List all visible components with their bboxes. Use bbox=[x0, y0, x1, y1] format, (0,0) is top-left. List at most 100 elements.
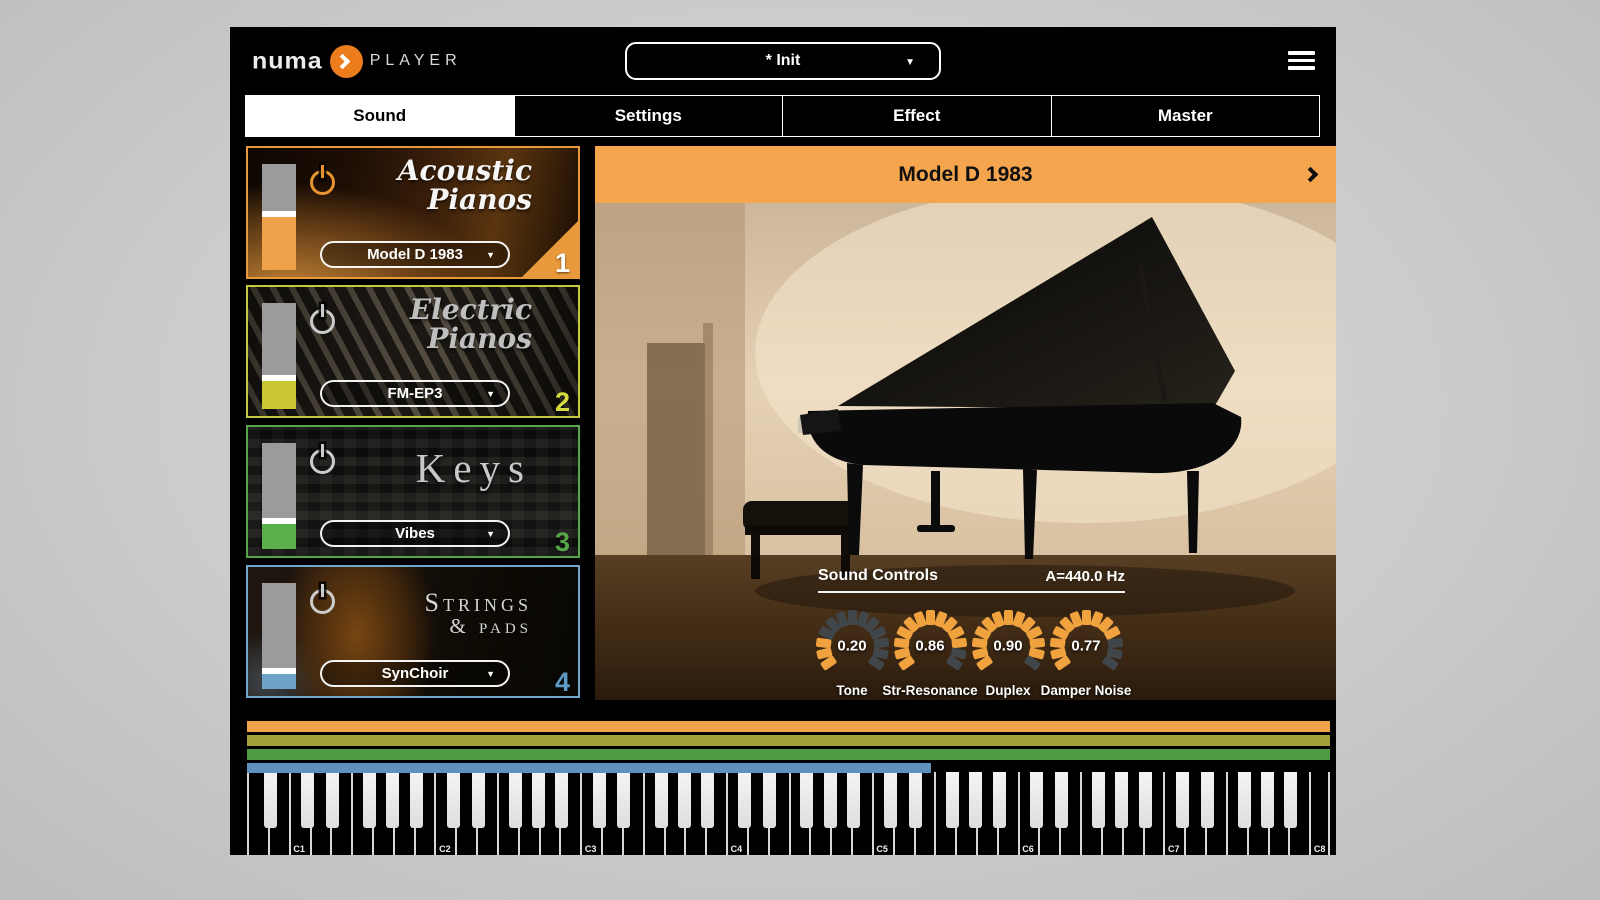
black-key[interactable] bbox=[1092, 772, 1105, 828]
slot-volume-fader[interactable] bbox=[262, 583, 296, 689]
knob-damper-noise[interactable]: 0.77Damper Noise bbox=[1047, 607, 1125, 685]
black-key[interactable] bbox=[824, 772, 837, 828]
knob-value: 0.90 bbox=[969, 638, 1047, 655]
power-icon[interactable] bbox=[310, 449, 335, 474]
global-preset-value: * Init bbox=[766, 52, 801, 70]
brand-player-text: PLAYER bbox=[370, 52, 462, 70]
hamburger-menu-icon[interactable] bbox=[1288, 51, 1315, 74]
black-key[interactable] bbox=[410, 772, 423, 828]
black-key[interactable] bbox=[1284, 772, 1297, 828]
black-key[interactable] bbox=[655, 772, 668, 828]
power-icon[interactable] bbox=[310, 170, 335, 195]
numa-player-window: numa PLAYER * Init ▼ SoundSettingsEffect… bbox=[230, 27, 1336, 855]
slot-number: 3 bbox=[555, 527, 570, 558]
tab-effect[interactable]: Effect bbox=[782, 96, 1051, 136]
sound-slot-1[interactable]: AcousticPianosModel D 1983▼1 bbox=[246, 146, 580, 279]
black-key[interactable] bbox=[1176, 772, 1189, 828]
black-key[interactable] bbox=[1139, 772, 1152, 828]
desktop: { "topbar": { "brand": { "name": "numa",… bbox=[0, 0, 1600, 900]
knob-value: 0.77 bbox=[1047, 638, 1125, 655]
black-key[interactable] bbox=[909, 772, 922, 828]
slot-preset-dropdown[interactable]: Vibes▼ bbox=[320, 520, 510, 547]
sound-controls-divider bbox=[818, 591, 1125, 593]
tab-sound[interactable]: Sound bbox=[246, 96, 514, 136]
knob-label: Duplex bbox=[985, 683, 1030, 698]
black-key[interactable] bbox=[847, 772, 860, 828]
black-key[interactable] bbox=[447, 772, 460, 828]
white-key-divider bbox=[351, 772, 353, 855]
slot-preset-value: SynChoir bbox=[382, 665, 449, 682]
slot-title: Keys bbox=[416, 447, 532, 490]
black-key[interactable] bbox=[555, 772, 568, 828]
white-key-divider bbox=[497, 772, 499, 855]
knob-str-resonance[interactable]: 0.86Str-Resonance bbox=[891, 607, 969, 685]
black-key[interactable] bbox=[738, 772, 751, 828]
chevron-right-icon[interactable] bbox=[1303, 167, 1319, 183]
white-key-divider bbox=[580, 772, 582, 855]
knob-duplex[interactable]: 0.90Duplex bbox=[969, 607, 1047, 685]
slot-title: Strings& pads bbox=[425, 589, 532, 638]
slot-volume-fader[interactable] bbox=[262, 303, 296, 409]
knob-label: Damper Noise bbox=[1041, 683, 1132, 698]
slot-preset-dropdown[interactable]: SynChoir▼ bbox=[320, 660, 510, 687]
knob-tone[interactable]: 0.20Tone bbox=[813, 607, 891, 685]
white-key-divider bbox=[872, 772, 874, 855]
slot-preset-value: FM-EP3 bbox=[387, 385, 442, 402]
black-key[interactable] bbox=[884, 772, 897, 828]
black-key[interactable] bbox=[1055, 772, 1068, 828]
global-preset-dropdown[interactable]: * Init ▼ bbox=[625, 42, 941, 80]
dropdown-caret-icon: ▼ bbox=[905, 57, 915, 68]
slot-corner-badge bbox=[520, 219, 580, 279]
octave-label-c3: C3 bbox=[585, 844, 597, 854]
black-key[interactable] bbox=[326, 772, 339, 828]
power-icon[interactable] bbox=[310, 589, 335, 614]
tab-master[interactable]: Master bbox=[1051, 96, 1320, 136]
black-key[interactable] bbox=[509, 772, 522, 828]
dropdown-caret-icon: ▼ bbox=[486, 250, 495, 260]
slot-preset-value: Vibes bbox=[395, 525, 435, 542]
part-1-range-strip bbox=[247, 721, 1330, 732]
black-key[interactable] bbox=[1201, 772, 1214, 828]
black-key[interactable] bbox=[386, 772, 399, 828]
tab-settings[interactable]: Settings bbox=[514, 96, 783, 136]
black-key[interactable] bbox=[800, 772, 813, 828]
black-key[interactable] bbox=[763, 772, 776, 828]
black-key[interactable] bbox=[1261, 772, 1274, 828]
black-key[interactable] bbox=[264, 772, 277, 828]
sound-slot-3[interactable]: Keys Vibes▼ 3 bbox=[246, 425, 580, 558]
black-key[interactable] bbox=[532, 772, 545, 828]
black-key[interactable] bbox=[678, 772, 691, 828]
black-key[interactable] bbox=[946, 772, 959, 828]
white-key-divider bbox=[1226, 772, 1228, 855]
sound-photo: Sound Controls A=440.0 Hz 0.20Tone0.86St… bbox=[595, 203, 1336, 700]
black-key[interactable] bbox=[472, 772, 485, 828]
black-key[interactable] bbox=[301, 772, 314, 828]
slot-number: 4 bbox=[555, 667, 570, 698]
black-key[interactable] bbox=[969, 772, 982, 828]
black-key[interactable] bbox=[993, 772, 1006, 828]
white-key-divider bbox=[1080, 772, 1082, 855]
slot-preset-dropdown[interactable]: FM-EP3▼ bbox=[320, 380, 510, 407]
black-key[interactable] bbox=[593, 772, 606, 828]
white-key-divider bbox=[1163, 772, 1165, 855]
octave-label-c7: C7 bbox=[1168, 844, 1180, 854]
black-key[interactable] bbox=[1238, 772, 1251, 828]
piano-keyboard[interactable]: C1C2C3C4C5C6C7C8 bbox=[247, 772, 1330, 855]
tuning-readout: A=440.0 Hz bbox=[818, 568, 1125, 585]
black-key[interactable] bbox=[363, 772, 376, 828]
black-key[interactable] bbox=[617, 772, 630, 828]
sound-slot-4[interactable]: Strings& pads SynChoir▼ 4 bbox=[246, 565, 580, 698]
slot-number: 2 bbox=[555, 387, 570, 418]
sound-slot-2[interactable]: ElectricPianosFM-EP3▼2 bbox=[246, 285, 580, 418]
white-key-divider bbox=[726, 772, 728, 855]
power-icon[interactable] bbox=[310, 309, 335, 334]
black-key[interactable] bbox=[701, 772, 714, 828]
white-key-divider bbox=[247, 772, 249, 855]
slot-volume-fader[interactable] bbox=[262, 164, 296, 270]
slot-preset-dropdown[interactable]: Model D 1983▼ bbox=[320, 241, 510, 268]
octave-label-c8: C8 bbox=[1314, 844, 1326, 854]
black-key[interactable] bbox=[1030, 772, 1043, 828]
white-key-divider bbox=[934, 772, 936, 855]
slot-volume-fader[interactable] bbox=[262, 443, 296, 549]
black-key[interactable] bbox=[1115, 772, 1128, 828]
